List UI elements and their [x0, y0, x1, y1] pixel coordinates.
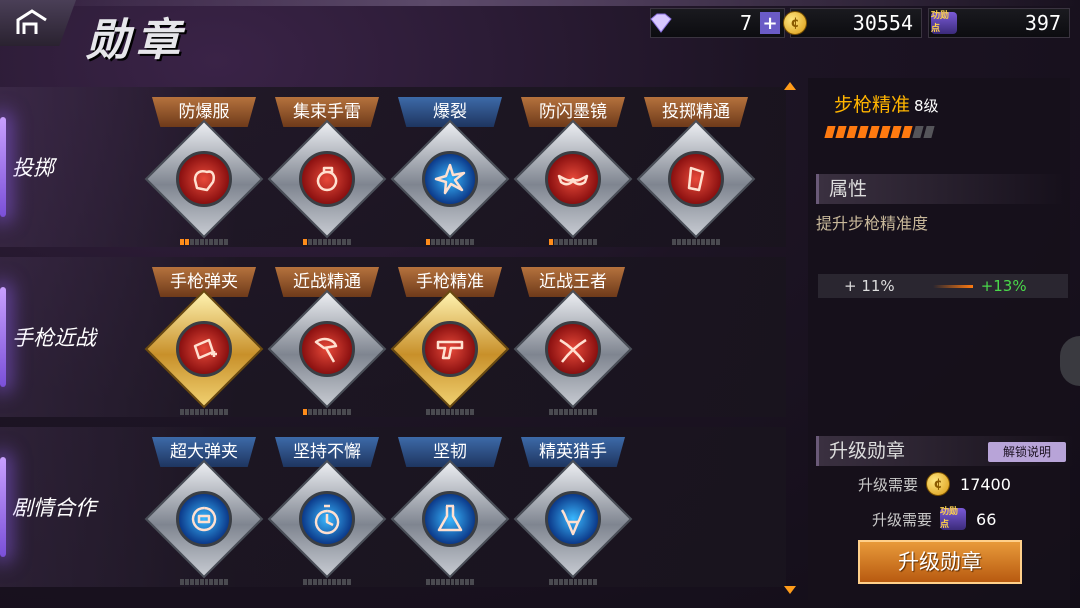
stopwatch-icon [299, 491, 355, 547]
medal-level-bar [303, 579, 352, 585]
medal-badge [513, 119, 633, 239]
ammo-drum-icon [176, 491, 232, 547]
medal-card[interactable]: 集束手雷 [267, 89, 387, 249]
medal-card[interactable]: 精英猎手 [513, 429, 633, 589]
attribute-current: + 11% [844, 277, 895, 295]
medal-level-bar [180, 579, 229, 585]
merit-requirement-value: 66 [976, 509, 997, 529]
medal-level-bar [549, 579, 598, 585]
upgrade-medal-button[interactable]: 升级勋章 [858, 540, 1022, 584]
axe-icon [299, 321, 355, 377]
medal-card[interactable]: 坚持不懈 [267, 429, 387, 589]
medal-badge [267, 459, 387, 579]
gold-coin-icon: ¢ [926, 472, 951, 496]
selected-medal-level: 8级 [914, 97, 939, 115]
add-diamond-button[interactable]: + [760, 12, 780, 34]
medal-badge [513, 459, 633, 579]
scroll-up-arrow-icon[interactable] [784, 82, 796, 90]
attribute-next: +13% [980, 277, 1027, 295]
pistol-icon [422, 321, 478, 377]
diamond-counter: 7 + [650, 8, 785, 38]
merit-icon: 功勋点 [940, 507, 967, 530]
medal-level-bar [426, 409, 475, 415]
medal-badge [390, 459, 510, 579]
page-title: 勋章 [86, 15, 186, 66]
medal-list[interactable]: 投掷 手枪近战 剧情合作 防爆服 集束手雷 爆裂 防闪墨镜 投掷精通手枪弹夹 近战精通 手枪… [0, 80, 800, 600]
category-row-story-coop: 剧情合作 [0, 427, 786, 587]
merit-requirement: 升级需要 功勋点 66 [872, 507, 997, 530]
throw-icon [668, 151, 724, 207]
medal-badge [267, 289, 387, 409]
medal-badge [267, 119, 387, 239]
magazine-icon [176, 321, 232, 377]
category-label: 手枪近战 [0, 257, 140, 417]
medal-card[interactable]: 手枪弹夹 [144, 259, 264, 419]
gold-coin-icon: ¢ [783, 11, 807, 35]
attribute-heading: 属性 [816, 174, 1066, 204]
selected-medal-title: 步枪精准 8级 [834, 90, 939, 117]
medal-card[interactable]: 投掷精通 [636, 89, 756, 249]
medal-level-bar [303, 239, 352, 245]
medal-level-bar [426, 579, 475, 585]
medal-badge [513, 289, 633, 409]
diamond-count: 7 [739, 11, 752, 35]
attribute-description: 提升步枪精准度 [816, 214, 929, 233]
medal-card[interactable]: 近战王者 [513, 259, 633, 419]
sunglasses-icon [545, 151, 601, 207]
medal-card[interactable]: 手枪精准 [390, 259, 510, 419]
diamond-icon [650, 13, 672, 33]
viking-icon [545, 491, 601, 547]
medal-badge [144, 289, 264, 409]
grenade-icon [299, 151, 355, 207]
medal-card[interactable]: 近战精通 [267, 259, 387, 419]
category-label: 投掷 [0, 87, 140, 247]
medal-level-bar [672, 239, 721, 245]
flask-icon [422, 491, 478, 547]
medal-card[interactable]: 爆裂 [390, 89, 510, 249]
crossed-blades-icon [545, 321, 601, 377]
merit-counter: 功勋点 397 [928, 8, 1070, 38]
medal-card[interactable]: 防爆服 [144, 89, 264, 249]
unlock-info-button[interactable]: 解锁说明 [988, 442, 1066, 462]
selected-medal-progress [824, 126, 935, 138]
category-label: 剧情合作 [0, 427, 140, 587]
medal-badge [144, 119, 264, 239]
medal-level-bar [180, 239, 229, 245]
explosion-icon [422, 151, 478, 207]
medal-badge [636, 119, 756, 239]
medal-level-bar [303, 409, 352, 415]
gold-requirement-label: 升级需要 [858, 475, 919, 494]
selected-medal-name: 步枪精准 [834, 94, 911, 116]
home-icon [16, 9, 47, 34]
medal-level-bar [549, 409, 598, 415]
category-row-pistol-melee: 手枪近战 [0, 257, 786, 417]
medal-badge [390, 289, 510, 409]
medal-level-bar [426, 239, 475, 245]
scroll-down-arrow-icon[interactable] [784, 586, 796, 594]
medal-detail-panel: 步枪精准 8级 属性 提升步枪精准度 + 11% +13% 升级勋章 解锁说明 升… [808, 78, 1074, 600]
medal-level-bar [180, 409, 229, 415]
merit-requirement-label: 升级需要 [872, 510, 933, 529]
fist-icon [176, 151, 232, 207]
arrow-right-icon [932, 284, 973, 288]
medal-card[interactable]: 防闪墨镜 [513, 89, 633, 249]
gold-requirement-value: 17400 [960, 474, 1011, 494]
medal-badge [144, 459, 264, 579]
gold-requirement: 升级需要 ¢ 17400 [858, 472, 1011, 496]
medal-card[interactable]: 超大弹夹 [144, 429, 264, 589]
medal-card[interactable]: 坚韧 [390, 429, 510, 589]
merit-icon: 功勋点 [931, 11, 957, 34]
merit-count: 397 [1024, 11, 1061, 35]
medal-badge [390, 119, 510, 239]
gold-count: 30554 [852, 11, 913, 35]
gold-counter: ¢ 30554 [783, 8, 922, 38]
attribute-compare: + 11% +13% [818, 274, 1068, 298]
home-button[interactable] [0, 0, 76, 46]
medal-level-bar [549, 239, 598, 245]
